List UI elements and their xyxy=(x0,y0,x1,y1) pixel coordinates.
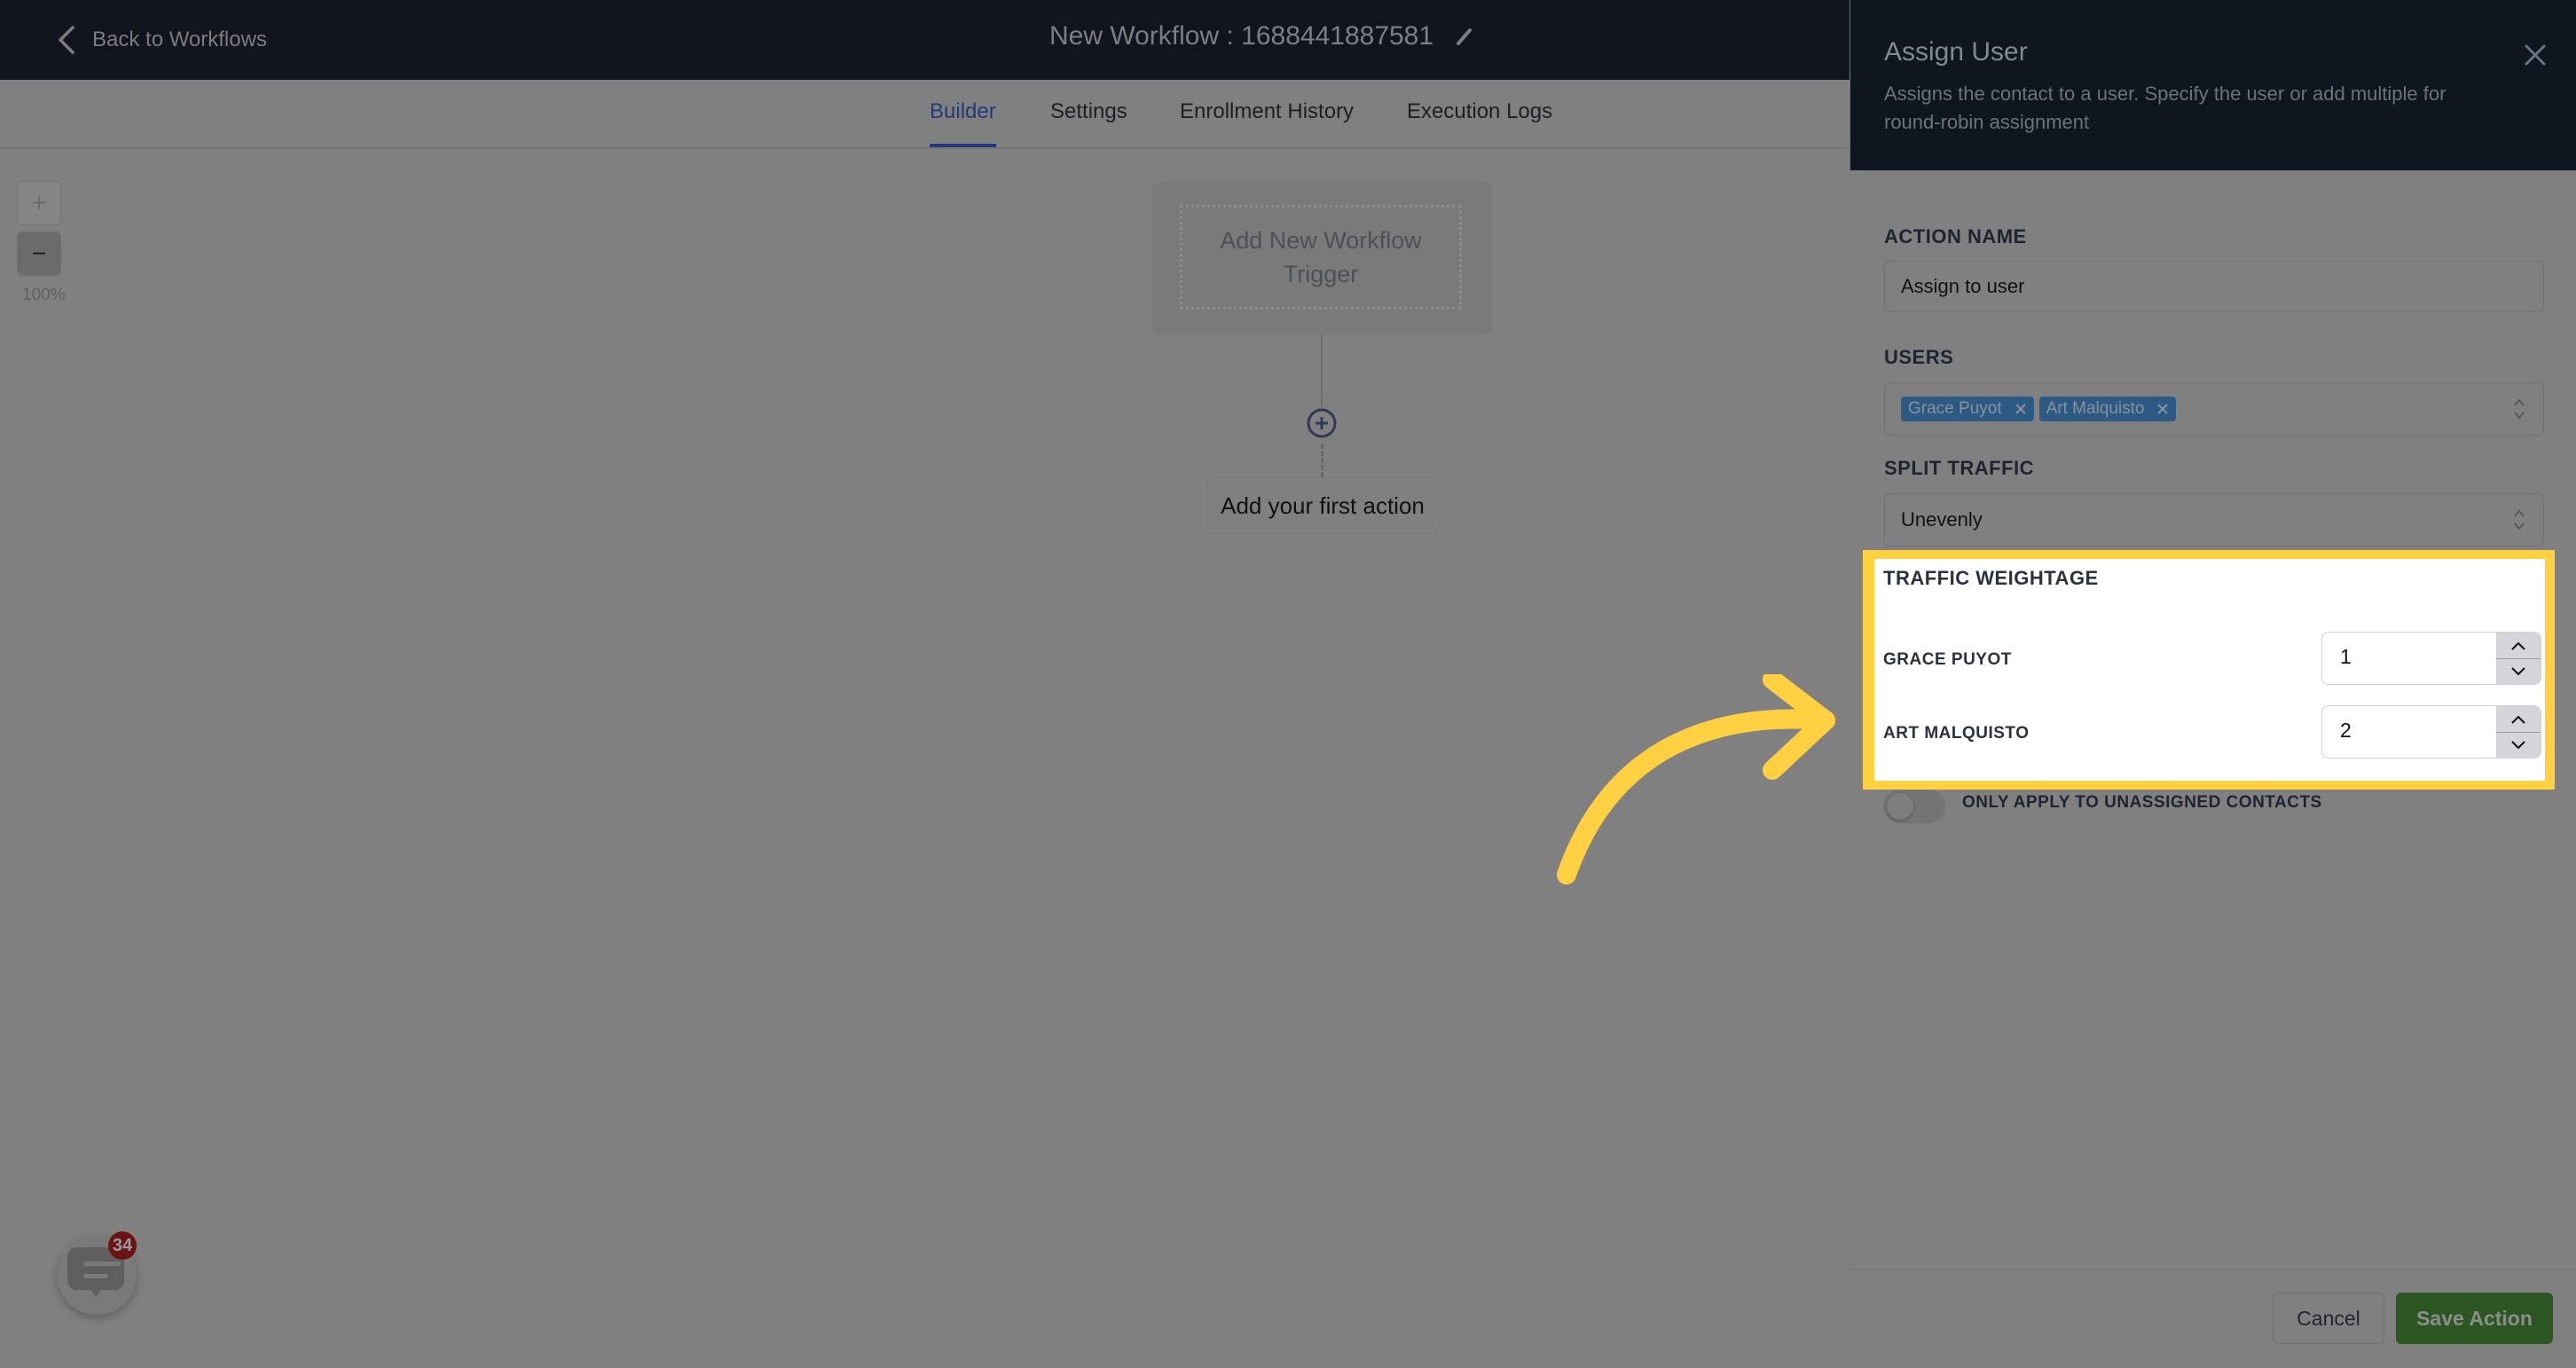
tab-bar: Builder Settings Enrollment History Exec… xyxy=(0,80,1850,149)
close-icon[interactable] xyxy=(2523,43,2548,67)
tab-builder[interactable]: Builder xyxy=(930,99,996,147)
increment-button[interactable] xyxy=(2496,633,2541,659)
select-arrows-icon xyxy=(2514,509,2525,531)
panel-title: Assign User xyxy=(1884,37,2028,67)
decrement-button[interactable] xyxy=(2496,658,2541,684)
decrement-button[interactable] xyxy=(2496,732,2541,758)
back-label: Back to Workflows xyxy=(92,28,267,51)
cancel-button[interactable]: Cancel xyxy=(2273,1293,2384,1344)
user-chip: Grace Puyot xyxy=(1901,397,2034,421)
tab-settings[interactable]: Settings xyxy=(1050,99,1127,144)
weight-label-grace: GRACE PUYOT xyxy=(1883,650,2012,669)
add-first-action-button[interactable]: Add your first action xyxy=(1206,477,1439,534)
footer-divider xyxy=(1850,1269,2576,1270)
action-name-input[interactable]: Assign to user xyxy=(1884,261,2544,312)
user-chip-label: Grace Puyot xyxy=(1908,399,2002,418)
action-name-label: ACTION NAME xyxy=(1884,225,2027,248)
connector-line xyxy=(1321,334,1323,407)
increment-button[interactable] xyxy=(2496,706,2541,733)
chevron-up-icon xyxy=(2511,641,2525,650)
traffic-weightage-title: TRAFFIC WEIGHTAGE xyxy=(1883,567,2099,589)
zoom-out-button[interactable]: − xyxy=(17,232,61,276)
back-to-workflows-link[interactable]: Back to Workflows xyxy=(57,25,267,55)
stepper xyxy=(2496,706,2541,758)
tab-enrollment-history[interactable]: Enrollment History xyxy=(1180,99,1354,144)
connector-dashed xyxy=(1321,444,1323,477)
remove-chip-icon[interactable] xyxy=(2014,403,2027,415)
remove-chip-icon[interactable] xyxy=(2156,403,2169,415)
tab-execution-logs[interactable]: Execution Logs xyxy=(1407,99,1552,144)
panel-header: Assign User Assigns the contact to a use… xyxy=(1850,0,2576,170)
weight-input-grace[interactable]: 1 xyxy=(2321,632,2541,685)
weight-label-art: ART MALQUISTO xyxy=(1883,724,2030,743)
split-traffic-label: SPLIT TRAFFIC xyxy=(1884,457,2035,479)
zoom-level: 100% xyxy=(22,286,66,304)
split-traffic-value: Unevenly xyxy=(1901,508,1983,531)
chevron-down-icon xyxy=(2511,740,2525,749)
chevron-up-icon xyxy=(2511,715,2525,724)
unassigned-only-toggle[interactable] xyxy=(1883,790,1945,823)
toggle-knob xyxy=(1887,793,1913,820)
add-trigger-button[interactable]: Add New Workflow Trigger xyxy=(1180,205,1462,310)
weight-value: 1 xyxy=(2340,645,2352,668)
unassigned-only-label: ONLY APPLY TO UNASSIGNED CONTACTS xyxy=(1962,793,2322,812)
workflow-title: New Workflow : 1688441887581 xyxy=(1049,21,1474,51)
select-arrows-icon xyxy=(2514,398,2525,420)
user-chip-label: Art Malquisto xyxy=(2046,399,2145,418)
action-name-value: Assign to user xyxy=(1901,275,2025,297)
chat-unread-badge: 34 xyxy=(108,1231,137,1260)
save-action-button[interactable]: Save Action xyxy=(2396,1293,2553,1344)
panel-description: Assigns the contact to a user. Specify t… xyxy=(1884,83,2446,133)
stepper xyxy=(2496,633,2541,684)
weight-input-art[interactable]: 2 xyxy=(2321,705,2541,759)
zoom-in-button[interactable]: + xyxy=(17,181,61,225)
annotation-arrow-icon xyxy=(1557,674,1835,884)
chevron-down-icon xyxy=(2511,666,2525,675)
trigger-card: Add New Workflow Trigger xyxy=(1151,182,1492,334)
split-traffic-select[interactable]: Unevenly xyxy=(1884,493,2544,546)
workflow-title-text: New Workflow : 1688441887581 xyxy=(1049,21,1434,51)
weight-value: 2 xyxy=(2340,719,2352,742)
user-chip: Art Malquisto xyxy=(2038,397,2177,421)
pencil-icon[interactable] xyxy=(1455,27,1474,46)
users-select[interactable]: Grace Puyot Art Malquisto xyxy=(1884,382,2544,436)
users-label: USERS xyxy=(1884,346,1954,368)
add-action-plus-icon[interactable] xyxy=(1306,407,1338,439)
chevron-left-icon xyxy=(59,26,75,54)
